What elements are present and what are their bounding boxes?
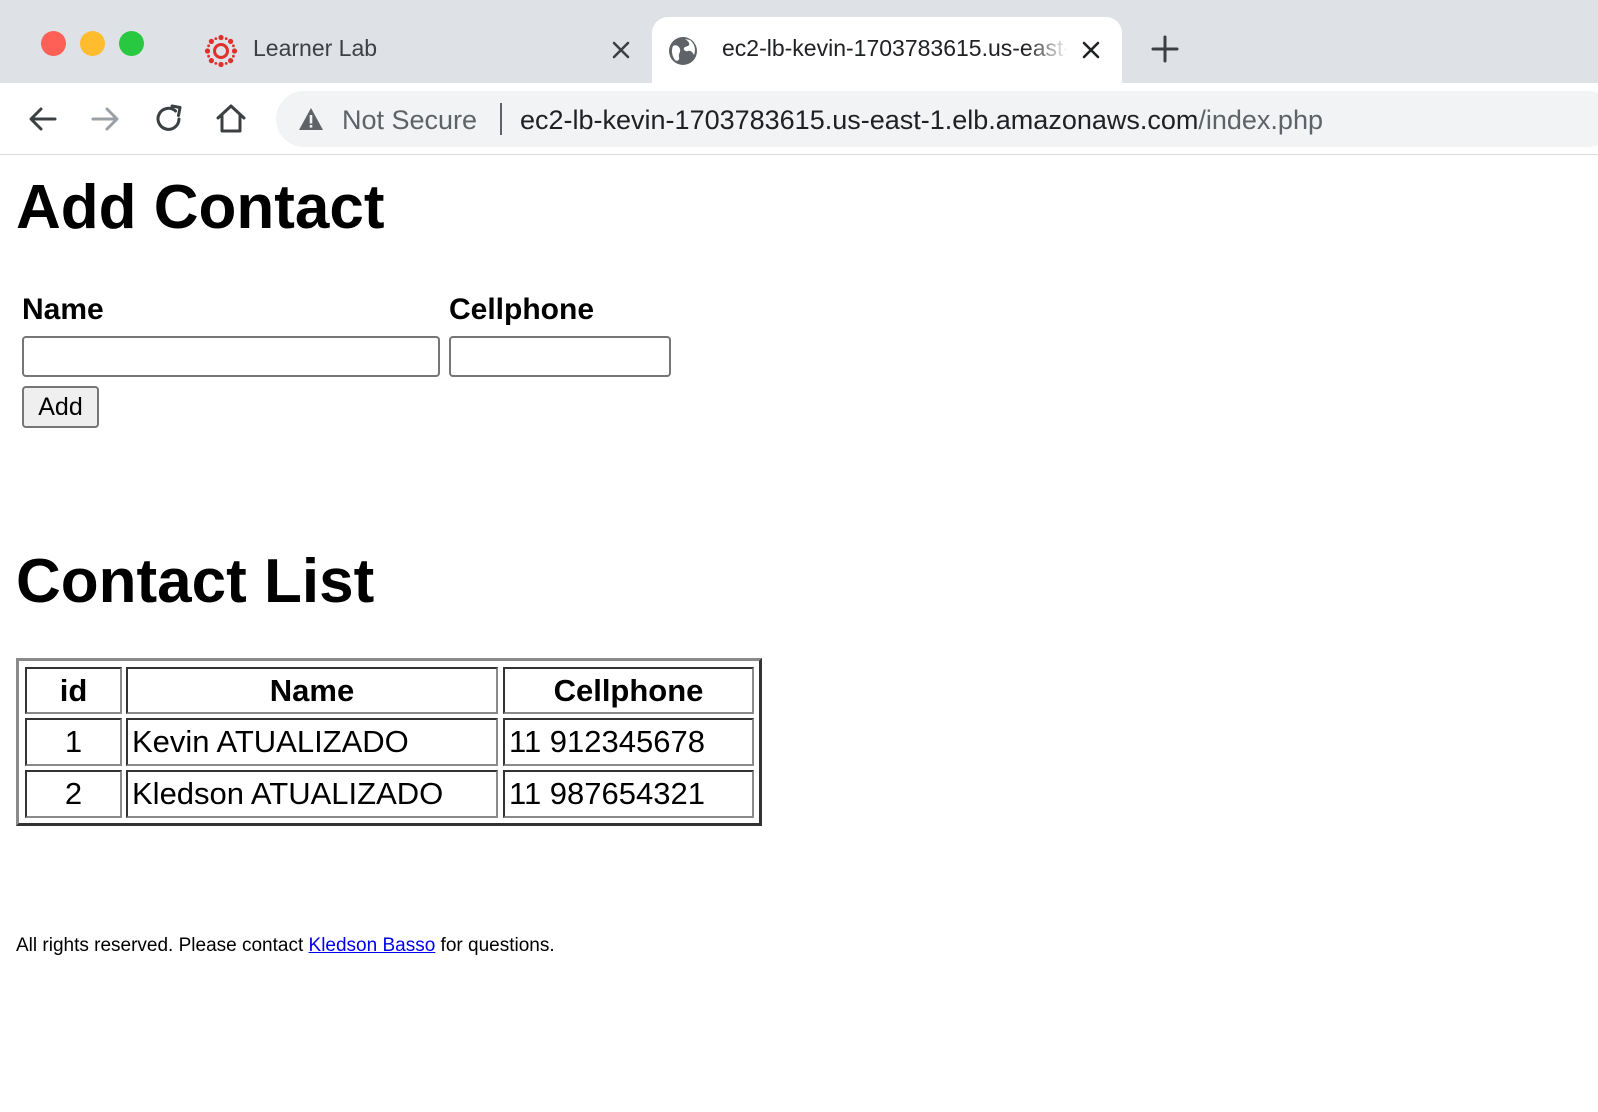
page-content: Add Contact Name Cellphone Add Contact L… <box>0 155 1598 1112</box>
footer-text: All rights reserved. Please contact Kled… <box>16 935 555 957</box>
add-contact-heading: Add Contact <box>16 173 385 242</box>
row-2-name: Kledson ATUALIZADO <box>126 770 498 818</box>
name-input[interactable] <box>22 336 440 377</box>
row-1-cellphone: 11 912345678 <box>503 718 754 766</box>
globe-icon <box>669 37 697 65</box>
warning-icon[interactable] <box>297 105 325 133</box>
forward-arrow-icon[interactable] <box>85 99 125 139</box>
cellphone-label: Cellphone <box>449 293 595 326</box>
close-window-button[interactable] <box>41 31 66 56</box>
close-tab-icon[interactable] <box>1076 35 1106 65</box>
row-2-cellphone: 11 987654321 <box>503 770 754 818</box>
name-label: Name <box>22 293 104 326</box>
column-header-name: Name <box>126 667 498 714</box>
url-path: /index.php <box>1198 105 1323 135</box>
canvas-logo-icon <box>204 34 238 68</box>
url-text[interactable]: ec2-lb-kevin-1703783615.us-east-1.elb.am… <box>520 105 1323 136</box>
contact-table: id Name Cellphone 1 Kevin ATUALIZADO 11 … <box>16 658 762 826</box>
minimize-window-button[interactable] <box>80 31 105 56</box>
footer-suffix: for questions. <box>435 935 555 956</box>
reload-icon[interactable] <box>149 99 189 139</box>
back-arrow-icon[interactable] <box>23 99 63 139</box>
home-icon[interactable] <box>211 99 251 139</box>
security-label[interactable]: Not Secure <box>342 105 477 136</box>
tab-title: ec2-lb-kevin-1703783615.us-east-1.elb.am… <box>722 35 1068 61</box>
column-header-id: id <box>25 667 122 714</box>
row-1-name: Kevin ATUALIZADO <box>126 718 498 766</box>
add-button[interactable]: Add <box>22 386 99 428</box>
zoom-window-button[interactable] <box>119 31 144 56</box>
footer-prefix: All rights reserved. Please contact <box>16 935 309 956</box>
tab-index-php[interactable]: ec2-lb-kevin-1703783615.us-east-1.elb.am… <box>652 17 1122 83</box>
new-tab-icon[interactable] <box>1148 32 1182 66</box>
cellphone-input[interactable] <box>449 336 671 377</box>
omnibox-divider <box>500 103 502 135</box>
contact-list-heading: Contact List <box>16 547 375 616</box>
column-header-cellphone: Cellphone <box>503 667 754 714</box>
tab-title: Learner Lab <box>253 35 378 61</box>
tab-learner-lab[interactable]: Learner Lab <box>190 17 650 83</box>
tab-strip: Learner Lab ec2-lb-kevin-1703783615.us-e… <box>0 0 1598 83</box>
browser-toolbar: Not Secure ec2-lb-kevin-1703783615.us-ea… <box>0 83 1598 155</box>
row-1-id: 1 <box>25 718 122 766</box>
row-2-id: 2 <box>25 770 122 818</box>
url-host: ec2-lb-kevin-1703783615.us-east-1.elb.am… <box>520 105 1199 135</box>
address-bar[interactable]: Not Secure ec2-lb-kevin-1703783615.us-ea… <box>276 91 1598 147</box>
contact-link[interactable]: Kledson Basso <box>309 935 436 956</box>
close-tab-icon[interactable] <box>606 35 636 65</box>
